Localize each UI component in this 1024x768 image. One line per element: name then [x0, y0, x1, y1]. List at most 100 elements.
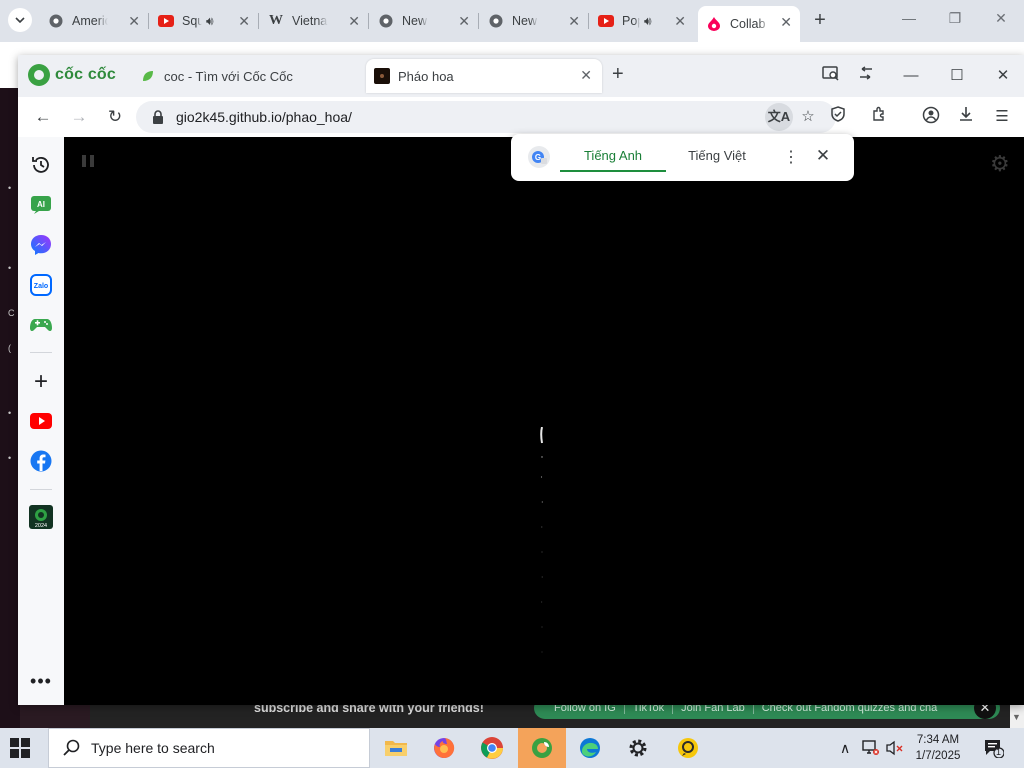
youtube-icon [158, 13, 174, 29]
close-window-button[interactable]: ✕ [990, 10, 1012, 27]
windows-start-icon[interactable] [10, 738, 30, 758]
tab-swap-icon[interactable] [855, 65, 877, 87]
inner-tab-search[interactable]: coc - Tìm với Cốc Cốc [134, 59, 364, 93]
speaker-icon[interactable]: 🔊︎ [644, 14, 652, 29]
firework-favicon [374, 68, 390, 84]
url-text[interactable]: gio2k45.github.io/phao_hoa/ [176, 109, 352, 125]
minimize-button[interactable]: — [900, 65, 922, 87]
outer-tab-4[interactable]: New Tab ✕ [370, 5, 479, 37]
tray-chevron-up-icon[interactable]: ∧ [840, 740, 850, 757]
close-tab-icon[interactable]: ✕ [238, 13, 250, 30]
lock-icon[interactable] [150, 110, 166, 124]
close-tab-icon[interactable]: ✕ [674, 13, 686, 30]
reload-button[interactable]: ↻ [104, 106, 126, 128]
background-page-edge: • • C ( • • [0, 88, 20, 728]
notification-center-icon[interactable]: 1 [984, 738, 1005, 759]
youtube-icon [598, 13, 614, 29]
close-icon[interactable]: ✕ [813, 146, 833, 166]
fireworks-canvas[interactable]: ⚙ [64, 137, 1024, 705]
new-tab-button[interactable]: + [808, 8, 832, 32]
chrome-icon[interactable] [468, 728, 516, 768]
restore-button[interactable]: ❐ [944, 10, 966, 27]
outer-tab-5[interactable]: New Tab ✕ [480, 5, 589, 37]
chrome-icon [48, 13, 64, 29]
add-sidebar-app-icon[interactable]: + [29, 368, 53, 395]
forward-button[interactable]: → [68, 106, 90, 128]
svg-text:Zalo: Zalo [34, 283, 48, 290]
new-tab-button[interactable]: + [612, 63, 624, 86]
scroll-down-arrow-icon[interactable]: ▼ [1012, 712, 1021, 722]
youtube-icon[interactable] [29, 409, 53, 433]
file-explorer-icon[interactable] [372, 728, 420, 768]
maximize-button[interactable]: ☐ [946, 65, 968, 87]
facebook-icon[interactable] [29, 449, 53, 473]
more-sidebar-icon[interactable]: ••• [29, 669, 53, 693]
translate-source-tab[interactable]: Tiếng Anh [560, 134, 666, 172]
profile-icon[interactable] [920, 106, 942, 128]
svg-text:2024: 2024 [35, 523, 47, 529]
close-window-button[interactable]: ✕ [992, 65, 1014, 87]
game-controller-icon[interactable] [29, 313, 53, 337]
gear-icon[interactable]: ⚙ [990, 151, 1010, 177]
translate-popup: G Tiếng Anh Tiếng Việt ⋮ ✕ [511, 134, 854, 181]
translate-target-tab[interactable]: Tiếng Việt [666, 134, 768, 172]
outer-tab-6[interactable]: Pop 🔊︎ ✕ [590, 5, 694, 37]
svg-text:AI: AI [37, 200, 45, 209]
windows-taskbar: Type here to search ∧ 7:34 AM 1/7/2025 1 [0, 728, 1024, 768]
taskbar-search-box[interactable]: Type here to search [48, 728, 370, 768]
back-button[interactable]: ← [32, 106, 54, 128]
google-translate-icon: G [528, 146, 550, 168]
chrome-icon [488, 13, 504, 29]
outer-tab-2[interactable]: Squid Game 🔊︎ ✕ [150, 5, 259, 37]
shield-icon[interactable] [827, 106, 849, 128]
settings-icon[interactable] [614, 728, 662, 768]
translate-icon[interactable]: 文A [765, 103, 793, 131]
messenger-icon[interactable] [29, 233, 53, 257]
search-icon [63, 739, 80, 756]
coccoc-logo-icon [28, 64, 50, 86]
inner-toolbar: ← → ↻ gio2k45.github.io/phao_hoa/ 文A ☆ ☰ [18, 97, 1024, 137]
outer-tab-7-active[interactable]: Collab ✕ [698, 6, 800, 42]
inner-tab-strip: cốc cốc coc - Tìm với Cốc Cốc Pháo hoa ✕… [18, 55, 1024, 97]
speaker-icon[interactable]: 🔊︎ [206, 14, 214, 29]
chat-app-icon[interactable] [664, 728, 712, 768]
outer-tab-3[interactable]: W Vietnam ✕ [260, 5, 369, 37]
minimize-button[interactable]: — [898, 10, 920, 26]
active-tab-underline [560, 170, 666, 172]
close-tab-icon[interactable]: ✕ [458, 13, 470, 30]
close-tab-icon[interactable]: ✕ [348, 13, 360, 30]
firework-rocket [540, 427, 543, 653]
close-tab-icon[interactable]: ✕ [780, 14, 792, 31]
pause-icon[interactable] [82, 155, 94, 167]
chevron-down-icon [15, 17, 25, 23]
ai-assistant-icon[interactable]: AI [29, 193, 53, 217]
inner-tab-active[interactable]: Pháo hoa ✕ [366, 59, 602, 93]
outer-tab-1[interactable]: American ✕ [40, 5, 149, 37]
close-tab-icon[interactable]: ✕ [568, 13, 580, 30]
zalo-icon[interactable]: Zalo [29, 273, 53, 297]
address-bar[interactable]: gio2k45.github.io/phao_hoa/ [136, 101, 836, 133]
coccoc-2024-icon[interactable]: 2024 [29, 505, 53, 529]
close-tab-icon[interactable]: ✕ [128, 13, 140, 30]
chrome-icon [378, 13, 394, 29]
history-icon[interactable] [29, 153, 53, 177]
coccoc-logo[interactable]: cốc cốc [28, 64, 116, 86]
firefox-icon[interactable] [420, 728, 468, 768]
outer-tab-strip: American ✕ Squid Game 🔊︎ ✕ W Vietnam ✕ N… [0, 0, 1024, 42]
close-tab-icon[interactable]: ✕ [580, 67, 592, 84]
volume-muted-icon[interactable] [886, 740, 904, 759]
more-options-icon[interactable]: ⋮ [783, 147, 799, 167]
edge-icon[interactable] [566, 728, 614, 768]
coccoc-taskbar-icon[interactable] [518, 728, 566, 768]
menu-icon[interactable]: ☰ [991, 106, 1013, 128]
bookmark-star-icon[interactable]: ☆ [797, 106, 819, 128]
tab-search-dropdown-button[interactable] [8, 8, 32, 32]
system-clock[interactable]: 7:34 AM 1/7/2025 [908, 732, 968, 764]
download-icon[interactable] [955, 106, 977, 128]
screen-capture-icon[interactable] [820, 65, 842, 87]
network-icon[interactable] [862, 740, 880, 759]
extensions-icon[interactable] [868, 106, 890, 128]
sidebar: AI Zalo + 2024 ••• [18, 137, 64, 705]
coccoc-leaf-icon [140, 68, 156, 84]
wikipedia-icon: W [269, 13, 283, 28]
